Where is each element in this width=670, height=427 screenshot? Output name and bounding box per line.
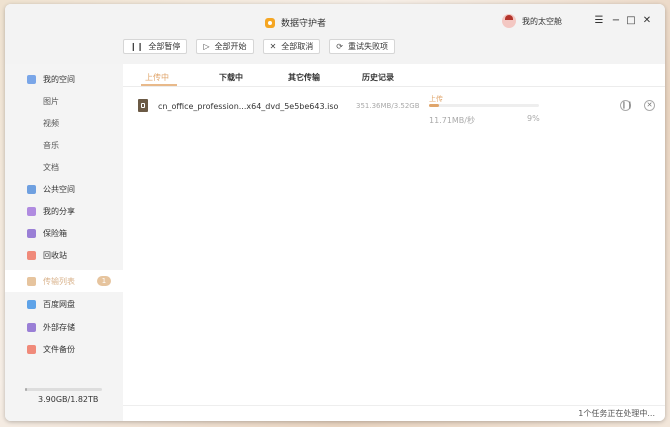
pause-transfer-button[interactable]: ❙❙ <box>620 100 633 111</box>
sidebar-item-recycle-bin[interactable]: 回收站 <box>5 244 123 266</box>
app-title-text: 数据守护者 <box>281 19 327 29</box>
sidebar-item-label: 文件备份 <box>43 344 75 354</box>
sidebar-item-my-space[interactable]: 我的空间 <box>5 68 123 90</box>
safe-icon <box>27 228 36 238</box>
titlebar: 数据守护者 我的太空舱 ☰ − □ ✕ ❙❙ 全部暂停 ▷ 全部开始 ✕ 全部取… <box>5 4 665 64</box>
start-all-button[interactable]: ▷ 全部开始 <box>196 39 254 54</box>
cancel-transfer-button[interactable]: ✕ <box>644 100 655 111</box>
pause-icon: ❙❙ <box>130 42 144 51</box>
cloud-icon <box>27 299 36 309</box>
sidebar-item-music[interactable]: 音乐 <box>5 134 123 156</box>
sidebar-item-images[interactable]: 图片 <box>5 90 123 112</box>
storage-usage-text: 3.90GB/1.82TB <box>38 395 99 404</box>
maximize-button[interactable]: □ <box>624 14 638 28</box>
storage-usage-bar <box>25 388 102 391</box>
sidebar-item-public-space[interactable]: 公共空间 <box>5 178 123 200</box>
start-all-label: 全部开始 <box>214 42 247 51</box>
cancel-all-button[interactable]: ✕ 全部取消 <box>262 39 321 54</box>
folder-icon <box>27 74 36 84</box>
transfer-panel: 上传中 下载中 其它传输 历史记录 cn_office_profession..… <box>123 64 665 421</box>
storage-usage-fill <box>25 388 27 391</box>
app-logo-icon <box>265 17 275 28</box>
sidebar-item-label: 我的空间 <box>43 74 75 84</box>
progress-bar <box>429 104 539 107</box>
sidebar-item-my-shares[interactable]: 我的分享 <box>5 200 123 222</box>
sidebar-item-transfer-list[interactable]: 传输列表 1 <box>5 270 123 292</box>
app-title: 数据守护者 <box>265 16 326 29</box>
cancel-all-label: 全部取消 <box>281 42 314 51</box>
close-button[interactable]: ✕ <box>640 14 654 28</box>
footer-divider <box>123 405 665 406</box>
sidebar-item-label: 公共空间 <box>43 184 75 194</box>
file-name: cn_office_profession...x64_dvd_5e5be643.… <box>158 102 339 111</box>
toolbar: ❙❙ 全部暂停 ▷ 全部开始 ✕ 全部取消 ⟳ 重试失败项 <box>123 39 395 54</box>
retry-failed-button[interactable]: ⟳ 重试失败项 <box>329 39 395 54</box>
sidebar-item-label: 保险箱 <box>43 228 67 238</box>
archive-file-icon <box>138 99 148 112</box>
sidebar-item-safe-box[interactable]: 保险箱 <box>5 222 123 244</box>
app-window: 数据守护者 我的太空舱 ☰ − □ ✕ ❙❙ 全部暂停 ▷ 全部开始 ✕ 全部取… <box>5 4 665 421</box>
file-size: 351.36MB/3.52GB <box>356 102 420 110</box>
trash-icon <box>27 250 36 260</box>
count-badge: 1 <box>97 276 111 286</box>
sidebar-item-label: 音乐 <box>43 140 59 150</box>
sidebar-item-label: 百度网盘 <box>43 299 75 309</box>
transfer-speed: 11.71MB/秒 <box>429 116 475 125</box>
sidebar-item-documents[interactable]: 文档 <box>5 156 123 178</box>
retry-failed-label: 重试失败项 <box>347 42 388 51</box>
pause-all-button[interactable]: ❙❙ 全部暂停 <box>123 39 188 54</box>
backup-icon <box>27 344 36 354</box>
close-icon: ✕ <box>646 101 653 109</box>
tab-other-transfers[interactable]: 其它传输 <box>288 72 320 83</box>
sidebar-item-label: 传输列表 <box>43 276 75 286</box>
progress-fill <box>429 104 439 107</box>
footer-status: 1个任务正在处理中... <box>578 409 655 418</box>
transfer-status: 上传 <box>429 95 443 103</box>
tab-divider <box>123 86 665 87</box>
menu-icon[interactable]: ☰ <box>592 14 606 28</box>
refresh-icon: ⟳ <box>336 42 343 51</box>
sidebar-item-label: 我的分享 <box>43 206 75 216</box>
send-icon <box>27 184 36 194</box>
sidebar-item-baidu-pan[interactable]: 百度网盘 <box>5 293 123 315</box>
sidebar-item-external-storage[interactable]: 外部存储 <box>5 316 123 338</box>
transfer-icon <box>27 276 36 286</box>
tab-downloading[interactable]: 下载中 <box>219 72 243 83</box>
minimize-button[interactable]: − <box>609 14 623 28</box>
tab-history[interactable]: 历史记录 <box>362 72 394 83</box>
avatar[interactable] <box>502 14 516 28</box>
share-icon <box>27 206 36 216</box>
transfer-percent: 9% <box>527 114 540 123</box>
sidebar-item-file-backup[interactable]: 文件备份 <box>5 338 123 360</box>
play-icon: ▷ <box>203 42 210 51</box>
pause-all-label: 全部暂停 <box>148 42 181 51</box>
user-menu[interactable]: 我的太空舱 <box>502 14 562 28</box>
user-name[interactable]: 我的太空舱 <box>522 16 562 27</box>
tab-uploading[interactable]: 上传中 <box>145 72 169 83</box>
sidebar-item-label: 回收站 <box>43 250 67 260</box>
usb-icon <box>27 322 36 332</box>
sidebar-item-label: 外部存储 <box>43 322 75 332</box>
sidebar-item-label: 视频 <box>43 118 59 128</box>
sidebar-item-label: 文档 <box>43 162 59 172</box>
sidebar-item-videos[interactable]: 视频 <box>5 112 123 134</box>
pause-icon: ❙❙ <box>621 101 633 109</box>
sidebar: 我的空间 图片 视频 音乐 文档 公共空间 我的分享 保险箱 回收站 传输列表 … <box>5 64 123 421</box>
close-icon: ✕ <box>269 42 277 51</box>
sidebar-item-label: 图片 <box>43 96 59 106</box>
